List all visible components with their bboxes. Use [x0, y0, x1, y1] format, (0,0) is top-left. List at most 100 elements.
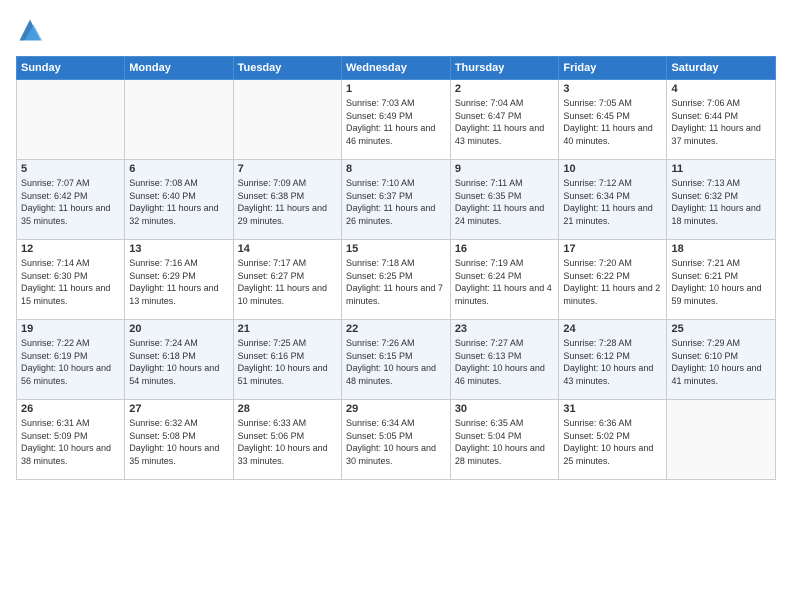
calendar-cell — [125, 80, 233, 160]
calendar-cell: 4 Sunrise: 7:06 AM Sunset: 6:44 PM Daylig… — [667, 80, 776, 160]
day-number: 11 — [671, 163, 771, 175]
day-info: Sunrise: 7:25 AM Sunset: 6:16 PM Dayligh… — [238, 337, 337, 387]
calendar-week-row: 26 Sunrise: 6:31 AM Sunset: 5:09 PM Dayli… — [17, 400, 776, 480]
day-number: 22 — [346, 323, 446, 335]
day-number: 25 — [671, 323, 771, 335]
calendar-cell: 9 Sunrise: 7:11 AM Sunset: 6:35 PM Daylig… — [450, 160, 559, 240]
day-number: 31 — [563, 403, 662, 415]
day-number: 24 — [563, 323, 662, 335]
calendar-week-row: 19 Sunrise: 7:22 AM Sunset: 6:19 PM Dayli… — [17, 320, 776, 400]
day-number: 20 — [129, 323, 228, 335]
day-info: Sunrise: 7:08 AM Sunset: 6:40 PM Dayligh… — [129, 177, 228, 227]
calendar-cell: 28 Sunrise: 6:33 AM Sunset: 5:06 PM Dayli… — [233, 400, 341, 480]
day-number: 8 — [346, 163, 446, 175]
calendar-cell: 6 Sunrise: 7:08 AM Sunset: 6:40 PM Daylig… — [125, 160, 233, 240]
day-number: 19 — [21, 323, 120, 335]
day-info: Sunrise: 6:36 AM Sunset: 5:02 PM Dayligh… — [563, 417, 662, 467]
day-of-week-header: Monday — [125, 57, 233, 80]
day-number: 27 — [129, 403, 228, 415]
page-header — [16, 16, 776, 44]
day-number: 6 — [129, 163, 228, 175]
day-info: Sunrise: 7:20 AM Sunset: 6:22 PM Dayligh… — [563, 257, 662, 307]
day-info: Sunrise: 7:03 AM Sunset: 6:49 PM Dayligh… — [346, 97, 446, 147]
day-info: Sunrise: 7:05 AM Sunset: 6:45 PM Dayligh… — [563, 97, 662, 147]
calendar-header-row: SundayMondayTuesdayWednesdayThursdayFrid… — [17, 57, 776, 80]
calendar-cell: 30 Sunrise: 6:35 AM Sunset: 5:04 PM Dayli… — [450, 400, 559, 480]
calendar-cell: 14 Sunrise: 7:17 AM Sunset: 6:27 PM Dayli… — [233, 240, 341, 320]
calendar-cell: 7 Sunrise: 7:09 AM Sunset: 6:38 PM Daylig… — [233, 160, 341, 240]
calendar-cell: 5 Sunrise: 7:07 AM Sunset: 6:42 PM Daylig… — [17, 160, 125, 240]
day-number: 4 — [671, 83, 771, 95]
day-info: Sunrise: 7:04 AM Sunset: 6:47 PM Dayligh… — [455, 97, 555, 147]
day-info: Sunrise: 7:16 AM Sunset: 6:29 PM Dayligh… — [129, 257, 228, 307]
calendar-cell: 31 Sunrise: 6:36 AM Sunset: 5:02 PM Dayli… — [559, 400, 667, 480]
calendar-cell: 11 Sunrise: 7:13 AM Sunset: 6:32 PM Dayli… — [667, 160, 776, 240]
day-info: Sunrise: 6:35 AM Sunset: 5:04 PM Dayligh… — [455, 417, 555, 467]
day-number: 15 — [346, 243, 446, 255]
day-number: 5 — [21, 163, 120, 175]
day-of-week-header: Saturday — [667, 57, 776, 80]
day-info: Sunrise: 7:29 AM Sunset: 6:10 PM Dayligh… — [671, 337, 771, 387]
day-info: Sunrise: 7:10 AM Sunset: 6:37 PM Dayligh… — [346, 177, 446, 227]
day-info: Sunrise: 6:32 AM Sunset: 5:08 PM Dayligh… — [129, 417, 228, 467]
calendar-cell: 2 Sunrise: 7:04 AM Sunset: 6:47 PM Daylig… — [450, 80, 559, 160]
day-of-week-header: Thursday — [450, 57, 559, 80]
calendar-cell: 23Sunrise: 7:27 AM Sunset: 6:13 PM Dayli… — [450, 320, 559, 400]
calendar-week-row: 12 Sunrise: 7:14 AM Sunset: 6:30 PM Dayli… — [17, 240, 776, 320]
day-of-week-header: Tuesday — [233, 57, 341, 80]
day-of-week-header: Wednesday — [341, 57, 450, 80]
calendar-cell: 24 Sunrise: 7:28 AM Sunset: 6:12 PM Dayli… — [559, 320, 667, 400]
day-info: Sunrise: 6:31 AM Sunset: 5:09 PM Dayligh… — [21, 417, 120, 467]
day-of-week-header: Sunday — [17, 57, 125, 80]
calendar-cell: 16Sunrise: 7:19 AM Sunset: 6:24 PM Dayli… — [450, 240, 559, 320]
calendar-cell: 12 Sunrise: 7:14 AM Sunset: 6:30 PM Dayli… — [17, 240, 125, 320]
day-info: Sunrise: 7:13 AM Sunset: 6:32 PM Dayligh… — [671, 177, 771, 227]
calendar-cell: 22 Sunrise: 7:26 AM Sunset: 6:15 PM Dayli… — [341, 320, 450, 400]
day-info: Sunrise: 7:11 AM Sunset: 6:35 PM Dayligh… — [455, 177, 555, 227]
day-number: 28 — [238, 403, 337, 415]
calendar-week-row: 1Sunrise: 7:03 AM Sunset: 6:49 PM Daylig… — [17, 80, 776, 160]
day-number: 18 — [671, 243, 771, 255]
day-info: Sunrise: 7:06 AM Sunset: 6:44 PM Dayligh… — [671, 97, 771, 147]
day-number: 26 — [21, 403, 120, 415]
calendar-cell: 27 Sunrise: 6:32 AM Sunset: 5:08 PM Dayli… — [125, 400, 233, 480]
day-number: 17 — [563, 243, 662, 255]
day-number: 16 — [455, 243, 555, 255]
day-number: 2 — [455, 83, 555, 95]
calendar-week-row: 5 Sunrise: 7:07 AM Sunset: 6:42 PM Daylig… — [17, 160, 776, 240]
day-info: Sunrise: 7:22 AM Sunset: 6:19 PM Dayligh… — [21, 337, 120, 387]
day-info: Sunrise: 6:33 AM Sunset: 5:06 PM Dayligh… — [238, 417, 337, 467]
day-number: 30 — [455, 403, 555, 415]
logo-icon — [16, 16, 44, 44]
day-info: Sunrise: 7:17 AM Sunset: 6:27 PM Dayligh… — [238, 257, 337, 307]
day-number: 3 — [563, 83, 662, 95]
day-info: Sunrise: 7:09 AM Sunset: 6:38 PM Dayligh… — [238, 177, 337, 227]
day-info: Sunrise: 7:27 AM Sunset: 6:13 PM Dayligh… — [455, 337, 555, 387]
calendar-cell: 26 Sunrise: 6:31 AM Sunset: 5:09 PM Dayli… — [17, 400, 125, 480]
calendar-cell: 3 Sunrise: 7:05 AM Sunset: 6:45 PM Daylig… — [559, 80, 667, 160]
calendar-cell: 25 Sunrise: 7:29 AM Sunset: 6:10 PM Dayli… — [667, 320, 776, 400]
day-number: 12 — [21, 243, 120, 255]
day-number: 29 — [346, 403, 446, 415]
day-number: 7 — [238, 163, 337, 175]
calendar-table: SundayMondayTuesdayWednesdayThursdayFrid… — [16, 56, 776, 480]
calendar-cell: 8 Sunrise: 7:10 AM Sunset: 6:37 PM Daylig… — [341, 160, 450, 240]
day-info: Sunrise: 7:14 AM Sunset: 6:30 PM Dayligh… — [21, 257, 120, 307]
day-info: Sunrise: 7:26 AM Sunset: 6:15 PM Dayligh… — [346, 337, 446, 387]
calendar-cell: 29 Sunrise: 6:34 AM Sunset: 5:05 PM Dayli… — [341, 400, 450, 480]
day-info: Sunrise: 7:07 AM Sunset: 6:42 PM Dayligh… — [21, 177, 120, 227]
day-number: 14 — [238, 243, 337, 255]
calendar-cell: 1Sunrise: 7:03 AM Sunset: 6:49 PM Daylig… — [341, 80, 450, 160]
day-info: Sunrise: 7:21 AM Sunset: 6:21 PM Dayligh… — [671, 257, 771, 307]
calendar-cell: 10Sunrise: 7:12 AM Sunset: 6:34 PM Dayli… — [559, 160, 667, 240]
logo — [16, 16, 48, 44]
day-number: 9 — [455, 163, 555, 175]
day-info: Sunrise: 7:28 AM Sunset: 6:12 PM Dayligh… — [563, 337, 662, 387]
day-info: Sunrise: 6:34 AM Sunset: 5:05 PM Dayligh… — [346, 417, 446, 467]
calendar-cell: 13Sunrise: 7:16 AM Sunset: 6:29 PM Dayli… — [125, 240, 233, 320]
calendar-cell: 18 Sunrise: 7:21 AM Sunset: 6:21 PM Dayli… — [667, 240, 776, 320]
calendar-cell — [17, 80, 125, 160]
calendar-cell — [667, 400, 776, 480]
calendar-cell: 21Sunrise: 7:25 AM Sunset: 6:16 PM Dayli… — [233, 320, 341, 400]
calendar-cell: 17 Sunrise: 7:20 AM Sunset: 6:22 PM Dayli… — [559, 240, 667, 320]
